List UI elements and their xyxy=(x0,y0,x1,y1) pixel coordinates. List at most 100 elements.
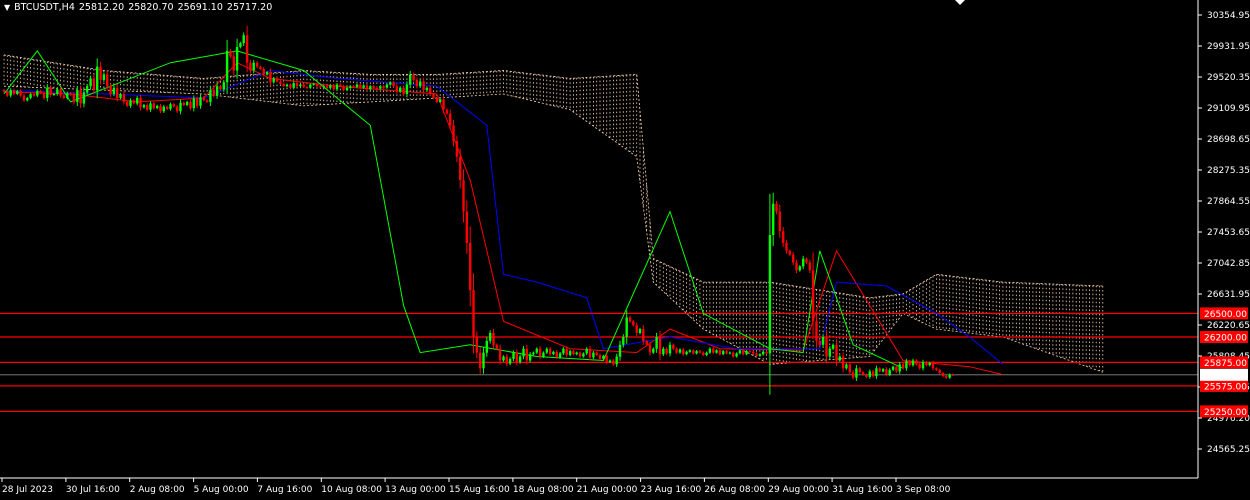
candle-body xyxy=(26,98,29,101)
candle-body xyxy=(658,337,662,355)
candle-body xyxy=(119,94,122,98)
candle-body xyxy=(355,84,359,87)
candle-body xyxy=(475,337,478,353)
candle-body xyxy=(552,351,555,355)
candle-body xyxy=(522,348,525,357)
candle-body xyxy=(538,348,542,357)
x-tick-label: 10 Aug 08:00 xyxy=(321,485,382,495)
candle-body xyxy=(831,344,835,349)
candle-body xyxy=(911,360,915,366)
candle-body xyxy=(56,89,59,94)
x-tick-label: 30 Jul 16:00 xyxy=(66,485,120,495)
candle-body xyxy=(838,356,841,361)
candle-body xyxy=(935,368,938,370)
candle-body xyxy=(482,352,485,369)
candle-body xyxy=(382,86,385,88)
indicator-lines xyxy=(3,50,1004,376)
candle-body xyxy=(212,90,215,96)
candle-body xyxy=(339,84,342,87)
candle-body xyxy=(588,348,592,358)
x-tick-label: 13 Aug 00:00 xyxy=(385,485,446,495)
candle-body xyxy=(149,103,152,110)
price-chart[interactable]: 30354.95 29931.95 29520.35 29109.95 28698.65… xyxy=(0,0,1250,500)
candle-body xyxy=(442,99,445,110)
candle-body xyxy=(295,83,299,87)
candle-body xyxy=(192,98,195,109)
candle-body xyxy=(209,90,212,102)
candle-body xyxy=(528,354,532,361)
candle-body xyxy=(545,348,548,353)
candle-body xyxy=(252,62,255,71)
candle-body xyxy=(635,325,638,333)
level-label: 25250.00 xyxy=(1204,408,1247,418)
cloud-span-b xyxy=(3,85,1103,373)
candle-body xyxy=(508,358,512,364)
candle-body xyxy=(498,348,502,361)
candle-body xyxy=(792,254,795,263)
candle-body xyxy=(748,351,752,353)
candle-body xyxy=(262,69,265,75)
candle-body xyxy=(285,84,289,87)
candle-body xyxy=(269,72,272,83)
y-tick-label: 28275.35 xyxy=(1207,166,1250,176)
candle-body xyxy=(805,258,808,263)
candle-body xyxy=(625,317,628,337)
candle-body xyxy=(878,368,881,372)
candle-body xyxy=(199,97,202,106)
candle-body xyxy=(828,348,831,357)
candle-body xyxy=(255,62,259,67)
candle-body xyxy=(16,90,19,94)
candle-body xyxy=(219,86,222,90)
candle-body xyxy=(702,352,705,355)
candle-body xyxy=(32,94,36,96)
candle-body xyxy=(439,99,442,102)
candle-body xyxy=(395,86,399,92)
candle-body xyxy=(412,74,415,80)
candle-body xyxy=(235,47,239,71)
candle-body xyxy=(615,356,618,365)
candle-body xyxy=(126,101,129,106)
candle-body xyxy=(279,81,282,84)
ichimoku-cloud xyxy=(3,54,1104,373)
candle-body xyxy=(66,93,69,98)
candle-body xyxy=(572,351,575,355)
candle-body xyxy=(778,211,781,232)
candle-body xyxy=(858,368,861,373)
candle-body xyxy=(309,84,312,88)
candle-body xyxy=(558,353,562,358)
candle-body xyxy=(662,348,665,355)
y-tick-label: 27042.85 xyxy=(1207,259,1250,269)
candle-body xyxy=(415,79,419,87)
candle-body xyxy=(642,329,645,341)
candle-body xyxy=(315,83,319,87)
candle-body xyxy=(405,84,409,94)
candle-body xyxy=(469,242,472,290)
candle-body xyxy=(585,348,588,354)
candle-body xyxy=(851,372,855,378)
candle-body xyxy=(575,352,578,355)
candle-body xyxy=(788,250,791,255)
candle-body xyxy=(915,360,918,365)
candle-body xyxy=(841,356,845,369)
candle-body xyxy=(112,87,116,95)
x-tick-label: 31 Aug 16:00 xyxy=(832,485,893,495)
candle-body xyxy=(202,97,205,101)
candle-body xyxy=(429,87,432,95)
candle-body xyxy=(249,62,252,71)
x-tick-label: 3 Sep 08:00 xyxy=(896,485,951,495)
candle-body xyxy=(485,340,488,353)
candle-body xyxy=(319,86,322,88)
candle-body xyxy=(655,337,658,349)
candle-body xyxy=(455,141,459,157)
candle-body xyxy=(875,368,878,377)
candle-body xyxy=(811,270,815,322)
candle-body xyxy=(905,361,908,369)
candle-body xyxy=(772,203,775,235)
candle-body xyxy=(222,82,225,90)
candle-body xyxy=(96,66,99,91)
candle-body xyxy=(419,81,422,87)
candle-body xyxy=(182,102,185,106)
candle-body xyxy=(122,94,126,102)
candle-body xyxy=(2,90,6,92)
level-label: 25575.00 xyxy=(1204,382,1247,392)
